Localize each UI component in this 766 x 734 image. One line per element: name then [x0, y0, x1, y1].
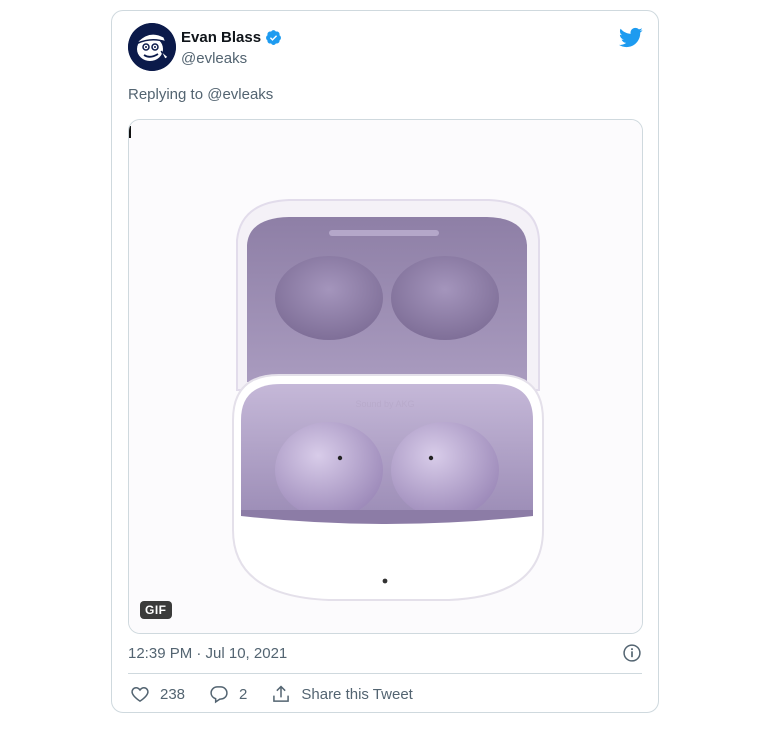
share-label: Share this Tweet	[301, 685, 413, 703]
text-cursor	[129, 126, 131, 138]
tweet-media-gif[interactable]: Sound by AKG GIF	[128, 119, 643, 634]
twitter-bird-icon[interactable]	[618, 25, 643, 50]
reply-mention-link[interactable]: @evleaks	[207, 86, 273, 103]
divider	[128, 673, 642, 674]
author-handle[interactable]: @evleaks	[181, 50, 247, 67]
heart-icon	[131, 686, 149, 702]
gif-badge: GIF	[140, 601, 172, 619]
reply-button[interactable]: 2	[209, 684, 247, 704]
share-button[interactable]: Share this Tweet	[271, 684, 413, 704]
replying-to: Replying to @evleaks	[128, 86, 273, 103]
reply-bubble-icon	[210, 686, 228, 704]
cartoon-avatar-icon	[128, 23, 176, 71]
reply-prefix: Replying to	[128, 86, 204, 103]
author-name-row[interactable]: Evan Blass	[181, 29, 282, 46]
verified-badge-icon	[266, 30, 281, 45]
tweet-timestamp[interactable]: 12:39 PM · Jul 10, 2021	[128, 645, 287, 662]
reply-count: 2	[239, 685, 248, 703]
author-avatar[interactable]	[128, 23, 176, 71]
author-name[interactable]: Evan Blass	[181, 29, 261, 46]
share-icon	[273, 685, 290, 702]
like-count: 238	[160, 685, 186, 703]
earbuds-case-image: Sound by AKG	[129, 120, 642, 633]
info-icon[interactable]	[622, 643, 642, 663]
like-button[interactable]: 238	[130, 684, 185, 704]
tweet-actions: 238 2 Share this Tweet	[130, 684, 437, 704]
tweet-card: Evan Blass @evleaks Replying to @evleaks	[111, 10, 659, 713]
case-brand-text: Sound by AKG	[355, 399, 414, 409]
